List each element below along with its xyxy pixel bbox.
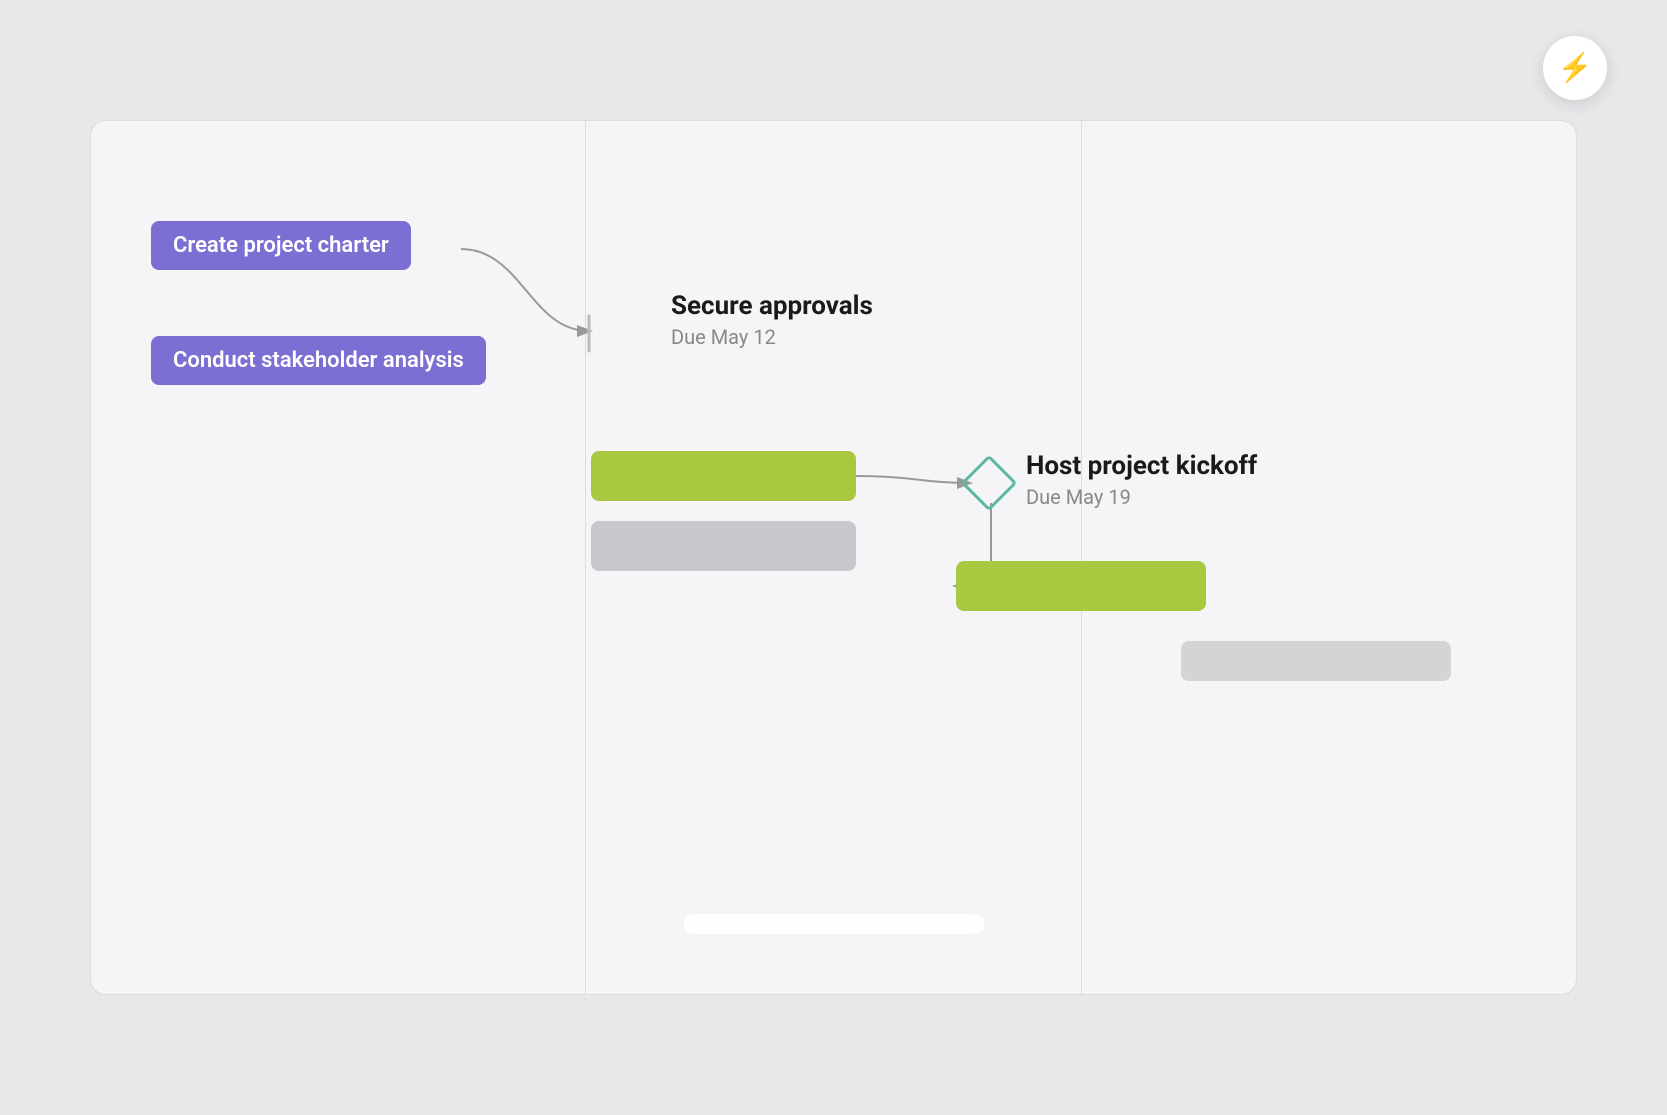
secure-approvals-title: Secure approvals <box>671 291 873 321</box>
host-kickoff-title: Host project kickoff <box>1026 451 1257 481</box>
task-gray-bar-2[interactable] <box>1181 641 1451 681</box>
scroll-bar-indicator[interactable] <box>684 914 984 934</box>
lightning-icon: ⚡ <box>1558 54 1593 82</box>
host-kickoff-due: Due May 19 <box>1026 485 1257 509</box>
secure-approvals-due: Due May 12 <box>671 325 873 349</box>
task-gray-bar-1[interactable] <box>591 521 856 571</box>
task-stakeholder-analysis[interactable]: Conduct stakeholder analysis <box>151 336 486 385</box>
gantt-chart-card: Create project charter Conduct stakehold… <box>90 120 1577 995</box>
task-info-secure-approvals: Secure approvals Due May 12 <box>671 291 873 349</box>
task-milestone-kickoff[interactable] <box>961 455 1018 512</box>
task-green-bar-1[interactable] <box>591 451 856 501</box>
gantt-content: Create project charter Conduct stakehold… <box>91 121 1576 994</box>
task-create-charter-label: Create project charter <box>173 233 389 258</box>
connector-charter-to-approvals <box>461 249 589 331</box>
task-stakeholder-label: Conduct stakeholder analysis <box>173 348 464 373</box>
lightning-button[interactable]: ⚡ <box>1543 36 1607 100</box>
task-green-bar-2[interactable] <box>956 561 1206 611</box>
connector-bar-to-milestone <box>856 476 969 483</box>
task-create-charter[interactable]: Create project charter <box>151 221 411 270</box>
task-info-host-kickoff: Host project kickoff Due May 19 <box>1026 451 1257 509</box>
